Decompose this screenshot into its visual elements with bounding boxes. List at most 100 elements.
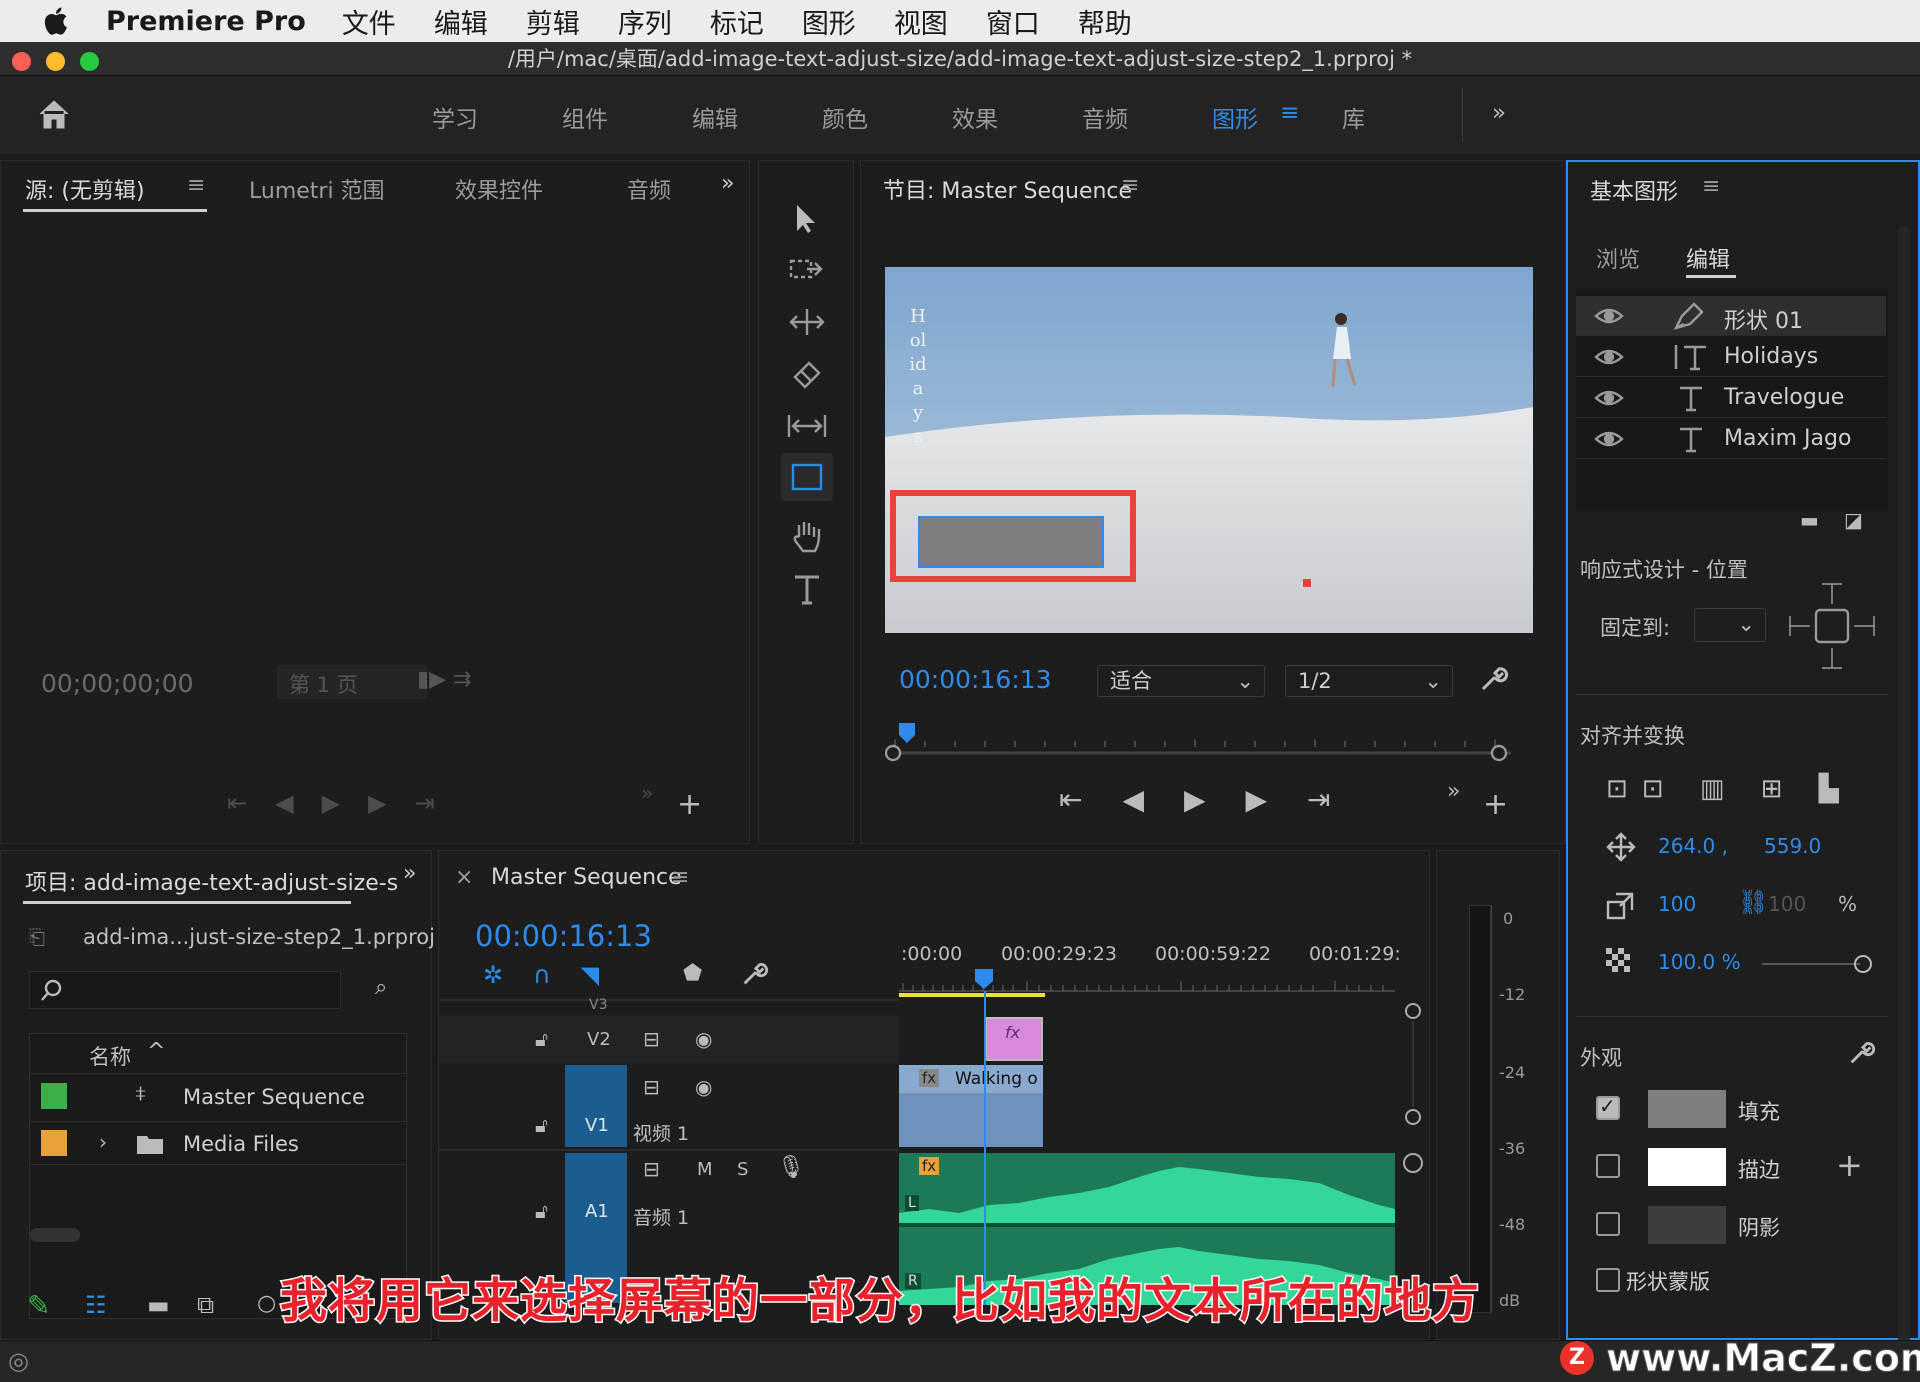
close-window-button[interactable] xyxy=(12,52,31,71)
workspace-menu-icon[interactable]: ≡ xyxy=(1280,100,1299,126)
add-button-icon[interactable]: + xyxy=(1483,787,1508,822)
panel-menu-icon[interactable]: ≡ xyxy=(187,173,205,198)
position-x-value[interactable]: 264.0 , xyxy=(1658,834,1728,858)
program-transport-controls[interactable]: ⇤◀▶▶⇥ xyxy=(1059,783,1371,816)
wrench-icon[interactable] xyxy=(1477,663,1509,695)
playhead-line[interactable] xyxy=(984,991,986,1305)
timeline-toolbar-icons[interactable]: ✲∩◥ xyxy=(483,961,629,989)
shadow-checkbox[interactable] xyxy=(1596,1212,1620,1236)
ripple-edit-tool-icon[interactable] xyxy=(787,305,827,339)
panel-menu-icon[interactable]: ≡ xyxy=(1121,173,1139,198)
stroke-color-swatch[interactable] xyxy=(1648,1148,1726,1186)
menu-window[interactable]: 窗口 xyxy=(986,2,1040,41)
menu-sequence[interactable]: 序列 xyxy=(618,2,672,41)
pin-widget-icon[interactable] xyxy=(1786,580,1878,672)
layer-row[interactable]: 形状 01 xyxy=(1576,296,1886,336)
menu-view[interactable]: 视图 xyxy=(894,2,948,41)
menu-markers[interactable]: 标记 xyxy=(710,2,764,41)
column-header-name[interactable]: 名称 xyxy=(89,1041,131,1071)
more-tabs-icon[interactable]: » xyxy=(721,171,734,196)
holidays-vertical-text[interactable]: Holidays xyxy=(909,305,927,449)
zoom-fit-dropdown[interactable]: 适合 ⌄ xyxy=(1097,665,1265,697)
tab-browse[interactable]: 浏览 xyxy=(1596,242,1640,274)
zoom-window-button[interactable] xyxy=(80,52,99,71)
menu-help[interactable]: 帮助 xyxy=(1078,2,1132,41)
track-select-tool-icon[interactable] xyxy=(787,253,827,287)
graphic-clip-v2[interactable]: fx xyxy=(985,1017,1043,1061)
tab-effect-controls[interactable]: 效果控件 xyxy=(455,173,543,205)
vertical-zoom-scrollbar[interactable] xyxy=(1403,1001,1423,1131)
project-panel-title[interactable]: 项目: add-image-text-adjust-size-s xyxy=(25,865,398,897)
opacity-slider-track[interactable] xyxy=(1762,963,1860,965)
panel-menu-icon[interactable]: ≡ xyxy=(671,865,689,890)
selection-tool-icon[interactable] xyxy=(789,201,823,235)
sync-lock-icon[interactable]: ⊟ xyxy=(643,1027,660,1051)
solo-button[interactable]: S xyxy=(737,1159,748,1180)
workspace-tab-graphics[interactable]: 图形 xyxy=(1212,100,1258,134)
scale-value[interactable]: 100 xyxy=(1658,892,1696,916)
program-monitor-title[interactable]: 节目: Master Sequence xyxy=(883,173,1132,205)
fill-color-swatch[interactable] xyxy=(1648,1090,1726,1128)
timeline-ruler[interactable] xyxy=(899,969,1395,997)
mute-button[interactable]: M xyxy=(697,1159,713,1180)
layer-row[interactable]: Holidays xyxy=(1576,337,1886,377)
tab-audio[interactable]: 音频 xyxy=(627,173,671,205)
list-item[interactable]: ⧧ Master Sequence xyxy=(29,1075,407,1119)
close-tab-icon[interactable]: × xyxy=(455,865,473,890)
more-tabs-icon[interactable]: » xyxy=(403,861,416,886)
eye-icon[interactable] xyxy=(1594,306,1624,326)
rectangle-tool-icon[interactable] xyxy=(789,461,825,493)
resolution-dropdown[interactable]: 1/2 ⌄ xyxy=(1285,665,1453,697)
workspace-tab-color[interactable]: 颜色 xyxy=(822,100,868,134)
workspace-tab-editing[interactable]: 编辑 xyxy=(692,100,738,134)
pencil-icon[interactable]: ✎ xyxy=(27,1289,50,1322)
freeform-view-icon[interactable]: ⧉ xyxy=(197,1291,214,1319)
panel-scrollbar[interactable] xyxy=(1898,226,1910,1346)
timeline-timecode[interactable]: 00:00:16:13 xyxy=(475,919,652,953)
hand-tool-icon[interactable] xyxy=(789,517,825,555)
more-workspaces-icon[interactable]: » xyxy=(1492,100,1506,126)
eye-icon[interactable] xyxy=(1594,429,1624,449)
program-timecode[interactable]: 00:00:16:13 xyxy=(899,665,1052,694)
wrench-icon[interactable] xyxy=(739,959,769,989)
stroke-checkbox[interactable] xyxy=(1596,1154,1620,1178)
program-video-frame[interactable]: Holidays xyxy=(885,267,1533,633)
apple-icon[interactable] xyxy=(40,4,74,38)
creative-cloud-icon[interactable]: ◎ xyxy=(8,1347,29,1375)
menu-graphics[interactable]: 图形 xyxy=(802,2,856,41)
lock-icon[interactable]: 🔓︎ xyxy=(535,1027,548,1051)
position-y-value[interactable]: 559.0 xyxy=(1764,834,1821,858)
opacity-slider-handle[interactable] xyxy=(1854,955,1872,973)
workspace-tab-effects[interactable]: 效果 xyxy=(952,100,998,134)
lock-icon[interactable]: 🔓︎ xyxy=(535,1113,548,1137)
timeline-title[interactable]: Master Sequence xyxy=(491,865,682,890)
microphone-icon[interactable]: 🎙︎ xyxy=(777,1155,805,1180)
slip-tool-icon[interactable] xyxy=(785,409,829,443)
tab-edit[interactable]: 编辑 xyxy=(1686,242,1730,274)
new-layer-icon[interactable]: ◪ xyxy=(1844,508,1863,532)
type-tool-icon[interactable] xyxy=(789,571,825,607)
shape-mask-checkbox[interactable] xyxy=(1596,1268,1620,1292)
lock-icon[interactable]: 🔓︎ xyxy=(535,1199,548,1223)
workspace-tab-audio[interactable]: 音频 xyxy=(1082,100,1128,134)
opacity-value[interactable]: 100.0 % xyxy=(1658,950,1741,974)
source-timecode[interactable]: 00;00;00;00 xyxy=(41,669,194,698)
razor-tool-icon[interactable] xyxy=(789,357,825,393)
add-button-icon[interactable]: + xyxy=(677,787,702,822)
audio-scroll-handle[interactable] xyxy=(1403,1153,1423,1173)
video-clip-v1[interactable]: fx Walking o xyxy=(899,1065,1043,1147)
zoom-slider-handle[interactable]: ○ xyxy=(257,1291,276,1316)
tab-source[interactable]: 源: (无剪辑) xyxy=(25,173,145,205)
menu-file[interactable]: 文件 xyxy=(342,2,396,41)
eye-icon[interactable] xyxy=(1594,347,1624,367)
panel-menu-icon[interactable]: ≡ xyxy=(1702,174,1720,199)
pin-to-dropdown[interactable]: ⌄ xyxy=(1694,608,1766,642)
new-group-icon[interactable]: ▬ xyxy=(1800,508,1819,532)
icon-view-icon[interactable]: ▬ xyxy=(147,1291,170,1319)
wrench-icon[interactable] xyxy=(1846,1038,1876,1068)
minimize-window-button[interactable] xyxy=(46,52,65,71)
more-buttons-icon[interactable]: » xyxy=(1447,779,1460,804)
sort-ascending-icon[interactable]: ^ xyxy=(147,1039,165,1064)
list-view-icon[interactable]: ☷ xyxy=(85,1291,107,1319)
sync-lock-icon[interactable]: ⊟ xyxy=(643,1157,660,1181)
